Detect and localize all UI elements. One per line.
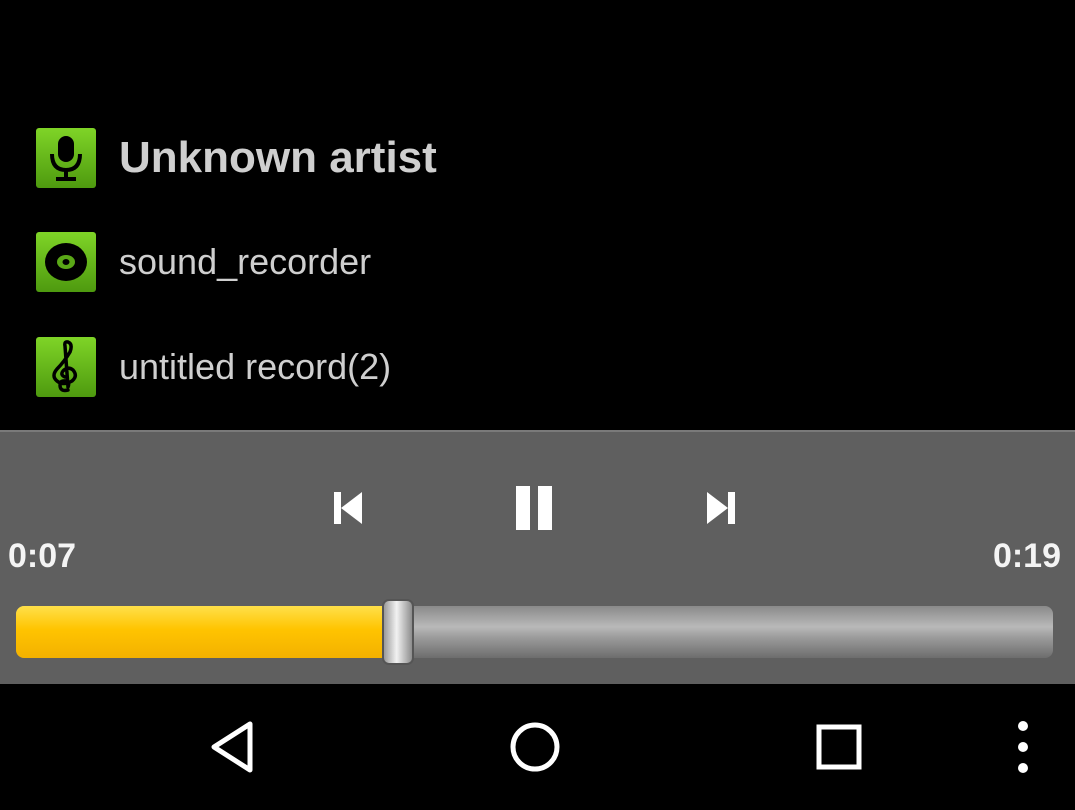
total-duration: 0:19 <box>992 537 1061 575</box>
microphone-icon <box>36 128 96 188</box>
disc-icon <box>36 232 96 292</box>
album-name: sound_recorder <box>119 241 372 282</box>
next-track-button[interactable] <box>693 480 749 536</box>
skip-next-icon <box>707 492 735 524</box>
more-vertical-icon <box>1018 721 1028 773</box>
seek-progress-fill <box>16 606 398 658</box>
recents-square-icon <box>816 724 862 770</box>
playback-controls: 0:07 0:19 <box>0 430 1075 684</box>
home-circle-icon <box>510 722 560 772</box>
back-triangle-icon <box>211 721 253 773</box>
treble-clef-icon <box>36 337 96 397</box>
back-button[interactable] <box>198 714 268 780</box>
artist-name: Unknown artist <box>119 133 437 182</box>
artist-row: Unknown artist <box>0 118 1075 198</box>
seek-thumb[interactable] <box>381 599 414 665</box>
overflow-menu-button[interactable] <box>988 714 1058 780</box>
pause-button[interactable] <box>506 480 562 536</box>
seek-bar[interactable] <box>16 599 1053 665</box>
home-button[interactable] <box>500 714 570 780</box>
previous-track-button[interactable] <box>320 480 376 536</box>
navigation-bar <box>0 684 1075 810</box>
recent-apps-button[interactable] <box>804 714 874 780</box>
elapsed-time: 0:07 <box>8 537 77 575</box>
pause-icon <box>516 486 552 530</box>
album-row: sound_recorder <box>0 222 1075 302</box>
track-title: untitled record(2) <box>119 346 392 387</box>
skip-previous-icon <box>334 492 362 524</box>
track-row: untitled record(2) <box>0 327 1075 407</box>
